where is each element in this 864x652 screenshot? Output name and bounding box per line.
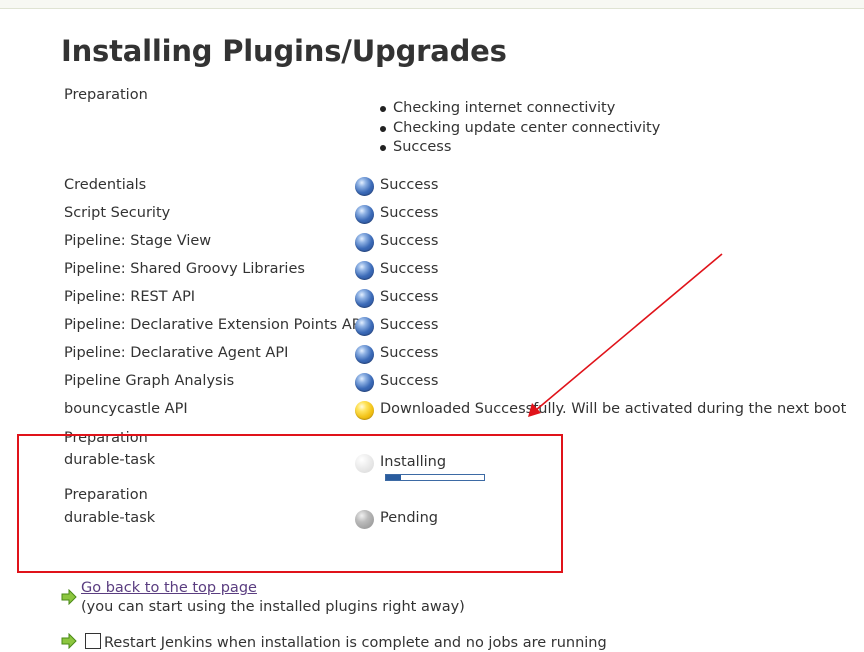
back-note: (you can start using the installed plugi…: [81, 599, 465, 615]
annotation-arrow: [528, 253, 723, 417]
restart-checkbox[interactable]: [85, 633, 101, 649]
back-to-top-link[interactable]: Go back to the top page: [81, 579, 257, 597]
restart-label[interactable]: Restart Jenkins when installation is com…: [104, 634, 607, 652]
green-arrow-icon: [61, 633, 77, 649]
green-arrow-icon: [61, 589, 77, 605]
